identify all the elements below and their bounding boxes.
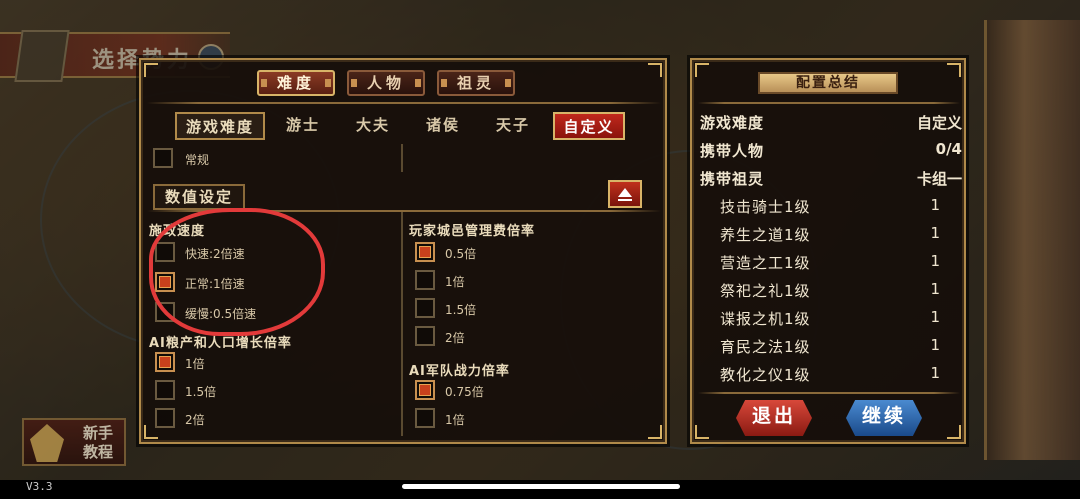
ai-growth-1-5x-checkbox[interactable] (155, 380, 175, 400)
difficulty-option-dafu[interactable]: 大夫 (341, 112, 405, 140)
difficulty-option-youshi[interactable]: 游士 (271, 112, 335, 140)
ancestor-name: 育民之法1级 (720, 338, 811, 356)
summary-panel: 配置总结 游戏难度 自定义 携带人物 0/4 携带祖灵 卡组一 技击骑士1级 1… (690, 58, 966, 444)
city-fee-2x-checkbox[interactable] (415, 326, 435, 346)
ancestor-row: 祭祀之礼1级 1 (700, 278, 962, 304)
ancestor-row: 营造之工1级 1 (700, 250, 962, 276)
continue-button[interactable]: 继续 (846, 400, 922, 436)
ai-army-title: AI军队战力倍率 (409, 364, 510, 379)
ai-army-1x-label: 1倍 (445, 413, 465, 427)
ancestor-row: 技击骑士1级 1 (700, 194, 962, 220)
divider (401, 212, 403, 436)
scroll-decoration (984, 20, 1080, 460)
collapse-up-icon[interactable] (608, 180, 642, 208)
ancestor-count: 1 (930, 364, 940, 382)
ancestor-count: 1 (930, 252, 940, 270)
difficulty-label: 游戏难度 (175, 112, 265, 140)
annotation-circle (149, 208, 325, 336)
ancestor-name: 养生之道1级 (720, 226, 811, 244)
ancestor-row: 养生之道1级 1 (700, 222, 962, 248)
ai-army-0-75x-label: 0.75倍 (445, 385, 484, 399)
city-fee-1-5x-label: 1.5倍 (445, 303, 477, 317)
city-fee-1x-checkbox[interactable] (415, 270, 435, 290)
tab-characters[interactable]: 人物 (347, 70, 425, 96)
ancestor-count: 1 (930, 308, 940, 326)
normal-label: 常规 (185, 153, 210, 167)
difficulty-option-zhuhou[interactable]: 诸侯 (411, 112, 475, 140)
ai-growth-1x-label: 1倍 (185, 357, 205, 371)
summary-value: 卡组一 (916, 170, 962, 188)
summary-row: 携带人物 0/4 (700, 138, 962, 164)
settings-panel: 难度 人物 祖灵 游戏难度 游士 大夫 诸侯 天子 自定义 常规 数值设定 施政… (139, 58, 667, 444)
ai-growth-1-5x-label: 1.5倍 (185, 385, 217, 399)
ancestor-name: 谍报之机1级 (720, 310, 811, 328)
scroll-icon (14, 30, 70, 82)
normal-checkbox[interactable] (153, 148, 173, 168)
difficulty-option-custom[interactable]: 自定义 (553, 112, 625, 140)
ai-army-1x-checkbox[interactable] (415, 408, 435, 428)
summary-key: 游戏难度 (700, 114, 765, 132)
tutorial-label: 新手 教程 (82, 424, 113, 461)
ai-growth-2x-label: 2倍 (185, 413, 205, 427)
city-fee-2x-label: 2倍 (445, 331, 465, 345)
bottom-bar (0, 480, 1080, 499)
city-fee-0-5x-checkbox[interactable] (415, 242, 435, 262)
tutorial-icon (30, 424, 64, 462)
tab-difficulty[interactable]: 难度 (257, 70, 335, 96)
divider (147, 102, 661, 104)
summary-key: 携带祖灵 (700, 170, 765, 188)
home-indicator[interactable] (402, 484, 680, 489)
numeric-settings-title: 数值设定 (153, 184, 245, 210)
city-fee-0-5x-label: 0.5倍 (445, 247, 477, 261)
ancestor-name: 营造之工1级 (720, 254, 811, 272)
ancestor-row: 谍报之机1级 1 (700, 306, 962, 332)
tab-ancestors[interactable]: 祖灵 (437, 70, 515, 96)
city-fee-title: 玩家城邑管理费倍率 (409, 224, 536, 239)
ancestor-name: 教化之仪1级 (720, 366, 811, 384)
ancestor-name: 技击骑士1级 (720, 198, 811, 216)
ancestor-name: 祭祀之礼1级 (720, 282, 811, 300)
ancestor-row: 育民之法1级 1 (700, 334, 962, 360)
ancestor-count: 1 (930, 280, 940, 298)
ai-growth-1x-checkbox[interactable] (155, 352, 175, 372)
divider (698, 392, 960, 394)
summary-key: 携带人物 (700, 142, 765, 160)
summary-value: 自定义 (916, 114, 962, 132)
ancestor-count: 1 (930, 224, 940, 242)
summary-value: 0/4 (935, 140, 962, 158)
city-fee-1-5x-checkbox[interactable] (415, 298, 435, 318)
ai-growth-2x-checkbox[interactable] (155, 408, 175, 428)
ai-army-0-75x-checkbox[interactable] (415, 380, 435, 400)
summary-row: 游戏难度 自定义 (700, 110, 962, 136)
divider (698, 102, 960, 104)
exit-button[interactable]: 退出 (736, 400, 812, 436)
city-fee-1x-label: 1倍 (445, 275, 465, 289)
divider (401, 144, 403, 172)
version-label: V3.3 (26, 480, 53, 493)
summary-row: 携带祖灵 卡组一 (700, 166, 962, 192)
summary-title: 配置总结 (758, 72, 898, 94)
difficulty-option-tianzi[interactable]: 天子 (481, 112, 545, 140)
ancestor-row: 教化之仪1级 1 (700, 362, 962, 388)
ancestor-count: 1 (930, 196, 940, 214)
tutorial-button[interactable]: 新手 教程 (22, 418, 126, 466)
ancestor-count: 1 (930, 336, 940, 354)
